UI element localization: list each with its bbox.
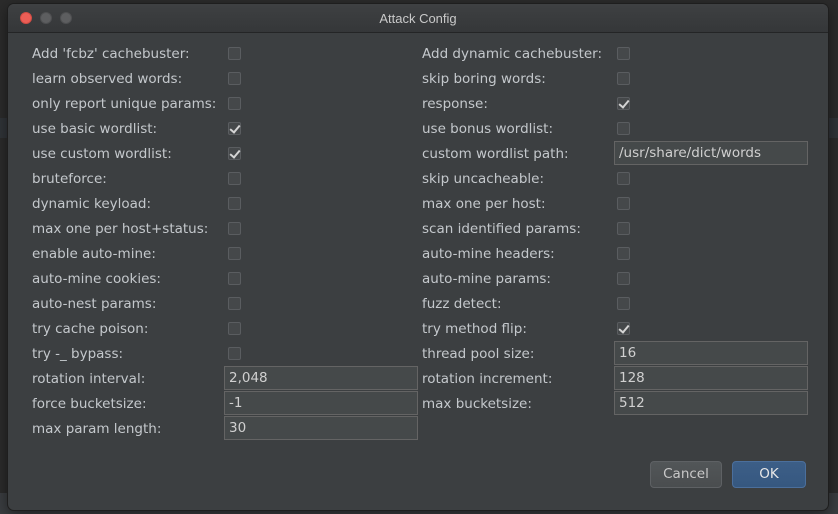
max-bucketsize-field[interactable]: 512 [614,391,808,415]
checkbox-skip-uncacheable[interactable] [617,172,630,185]
checkbox-dynamic-cachebuster[interactable] [617,47,630,60]
label-skip-boring-words: skip boring words: [422,71,546,87]
checkbox-auto-mine-headers[interactable] [617,247,630,260]
label-learn-observed-words: learn observed words: [32,71,183,87]
label-thread-pool-size: thread pool size: [422,346,535,362]
label-dynamic-cachebuster: Add dynamic cachebuster: [422,46,603,62]
checkbox-response[interactable] [617,97,630,110]
label-try-bypass: try -_ bypass: [32,346,124,362]
checkbox-try-bypass[interactable] [228,347,241,360]
title-bar: Attack Config [8,4,828,33]
checkbox-fcbz-cachebuster[interactable] [228,47,241,60]
label-try-method-flip: try method flip: [422,321,527,337]
checkbox-max-one-per-host-status[interactable] [228,222,241,235]
checkbox-use-bonus-wordlist[interactable] [617,122,630,135]
label-use-bonus-wordlist: use bonus wordlist: [422,121,554,137]
ok-button[interactable]: OK [732,461,806,488]
dialog-title: Attack Config [379,11,457,26]
label-use-custom-wordlist: use custom wordlist: [32,146,172,162]
checkbox-dynamic-keyload[interactable] [228,197,241,210]
label-fuzz-detect: fuzz detect: [422,296,502,312]
label-try-cache-poison: try cache poison: [32,321,149,337]
label-only-report-unique-params: only report unique params: [32,96,217,112]
rotation-increment-field[interactable]: 128 [614,366,808,390]
custom-wordlist-path-field[interactable]: /usr/share/dict/words [614,141,808,165]
label-rotation-interval: rotation interval: [32,371,146,387]
label-skip-uncacheable: skip uncacheable: [422,171,545,187]
checkbox-enable-auto-mine[interactable] [228,247,241,260]
checkbox-only-report-unique-params[interactable] [228,97,241,110]
checkbox-fuzz-detect[interactable] [617,297,630,310]
checkbox-try-method-flip[interactable] [617,322,630,335]
checkbox-auto-nest-params[interactable] [228,297,241,310]
checkbox-bruteforce[interactable] [228,172,241,185]
label-enable-auto-mine: enable auto-mine: [32,246,156,262]
checkbox-max-one-per-host[interactable] [617,197,630,210]
label-fcbz-cachebuster: Add 'fcbz' cachebuster: [32,46,190,62]
rotation-interval-field[interactable]: 2,048 [224,366,418,390]
checkbox-skip-boring-words[interactable] [617,72,630,85]
label-max-bucketsize: max bucketsize: [422,396,532,412]
label-auto-mine-cookies: auto-mine cookies: [32,271,161,287]
checkbox-auto-mine-params[interactable] [617,272,630,285]
label-auto-nest-params: auto-nest params: [32,296,157,312]
label-max-one-per-host: max one per host: [422,196,546,212]
max-param-length-field[interactable]: 30 [224,416,418,440]
label-max-one-per-host-status: max one per host+status: [32,221,209,237]
label-bruteforce: bruteforce: [32,171,107,187]
checkbox-learn-observed-words[interactable] [228,72,241,85]
label-scan-identified-params: scan identified params: [422,221,581,237]
label-response: response: [422,96,488,112]
label-dynamic-keyload: dynamic keyload: [32,196,152,212]
cancel-button[interactable]: Cancel [650,461,722,488]
label-rotation-increment: rotation increment: [422,371,553,387]
thread-pool-size-field[interactable]: 16 [614,341,808,365]
label-force-bucketsize: force bucketsize: [32,396,147,412]
label-custom-wordlist-path: custom wordlist path: [422,146,569,162]
label-use-basic-wordlist: use basic wordlist: [32,121,158,137]
force-bucketsize-field[interactable]: -1 [224,391,418,415]
checkbox-use-basic-wordlist[interactable] [228,122,241,135]
checkbox-use-custom-wordlist[interactable] [228,147,241,160]
label-auto-mine-headers: auto-mine headers: [422,246,555,262]
label-max-param-length: max param length: [32,421,162,437]
checkbox-scan-identified-params[interactable] [617,222,630,235]
checkbox-try-cache-poison[interactable] [228,322,241,335]
label-auto-mine-params: auto-mine params: [422,271,551,287]
attack-config-dialog: Attack Config Add 'fcbz' cachebuster: le… [8,4,828,510]
checkbox-auto-mine-cookies[interactable] [228,272,241,285]
